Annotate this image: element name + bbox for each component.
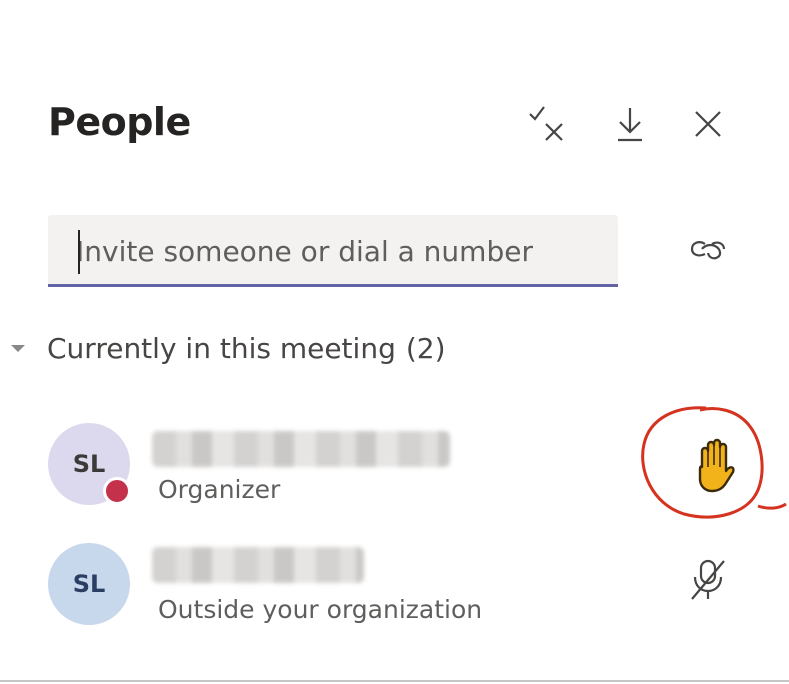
section-currently-in-meeting[interactable]: Currently in this meeting (2) <box>0 332 446 365</box>
invite-field-container <box>48 215 618 287</box>
invite-input[interactable] <box>48 215 618 284</box>
avatar: SL <box>48 543 130 625</box>
participant-name-redacted <box>152 547 364 583</box>
link-icon <box>688 235 728 269</box>
panel-title: People <box>48 100 191 144</box>
annotation-circle <box>641 406 787 519</box>
divider <box>0 680 789 682</box>
presence-status-icon <box>103 477 131 505</box>
participant-row[interactable]: SL Outside your organization <box>48 543 748 639</box>
download-icon <box>614 104 646 144</box>
participant-role: Outside your organization <box>158 595 483 624</box>
mic-off-icon <box>688 555 728 607</box>
close-button[interactable] <box>684 100 732 148</box>
section-label: Currently in this meeting <box>47 332 396 365</box>
text-cursor <box>78 230 80 274</box>
download-button[interactable] <box>606 100 654 148</box>
avatar-initials: SL <box>72 570 106 598</box>
close-icon <box>693 109 723 139</box>
participant-role: Organizer <box>158 475 281 504</box>
avatar-initials: SL <box>72 450 106 478</box>
mute-all-icon <box>526 104 570 144</box>
people-panel: People Invite someone or dial a number C… <box>0 0 789 684</box>
mute-all-button[interactable] <box>524 100 572 148</box>
participant-name-redacted <box>152 431 450 467</box>
chevron-down-icon <box>11 345 25 352</box>
section-count: (2) <box>405 332 446 365</box>
share-link-button[interactable] <box>682 228 734 276</box>
participant-mic-button[interactable] <box>684 555 732 607</box>
